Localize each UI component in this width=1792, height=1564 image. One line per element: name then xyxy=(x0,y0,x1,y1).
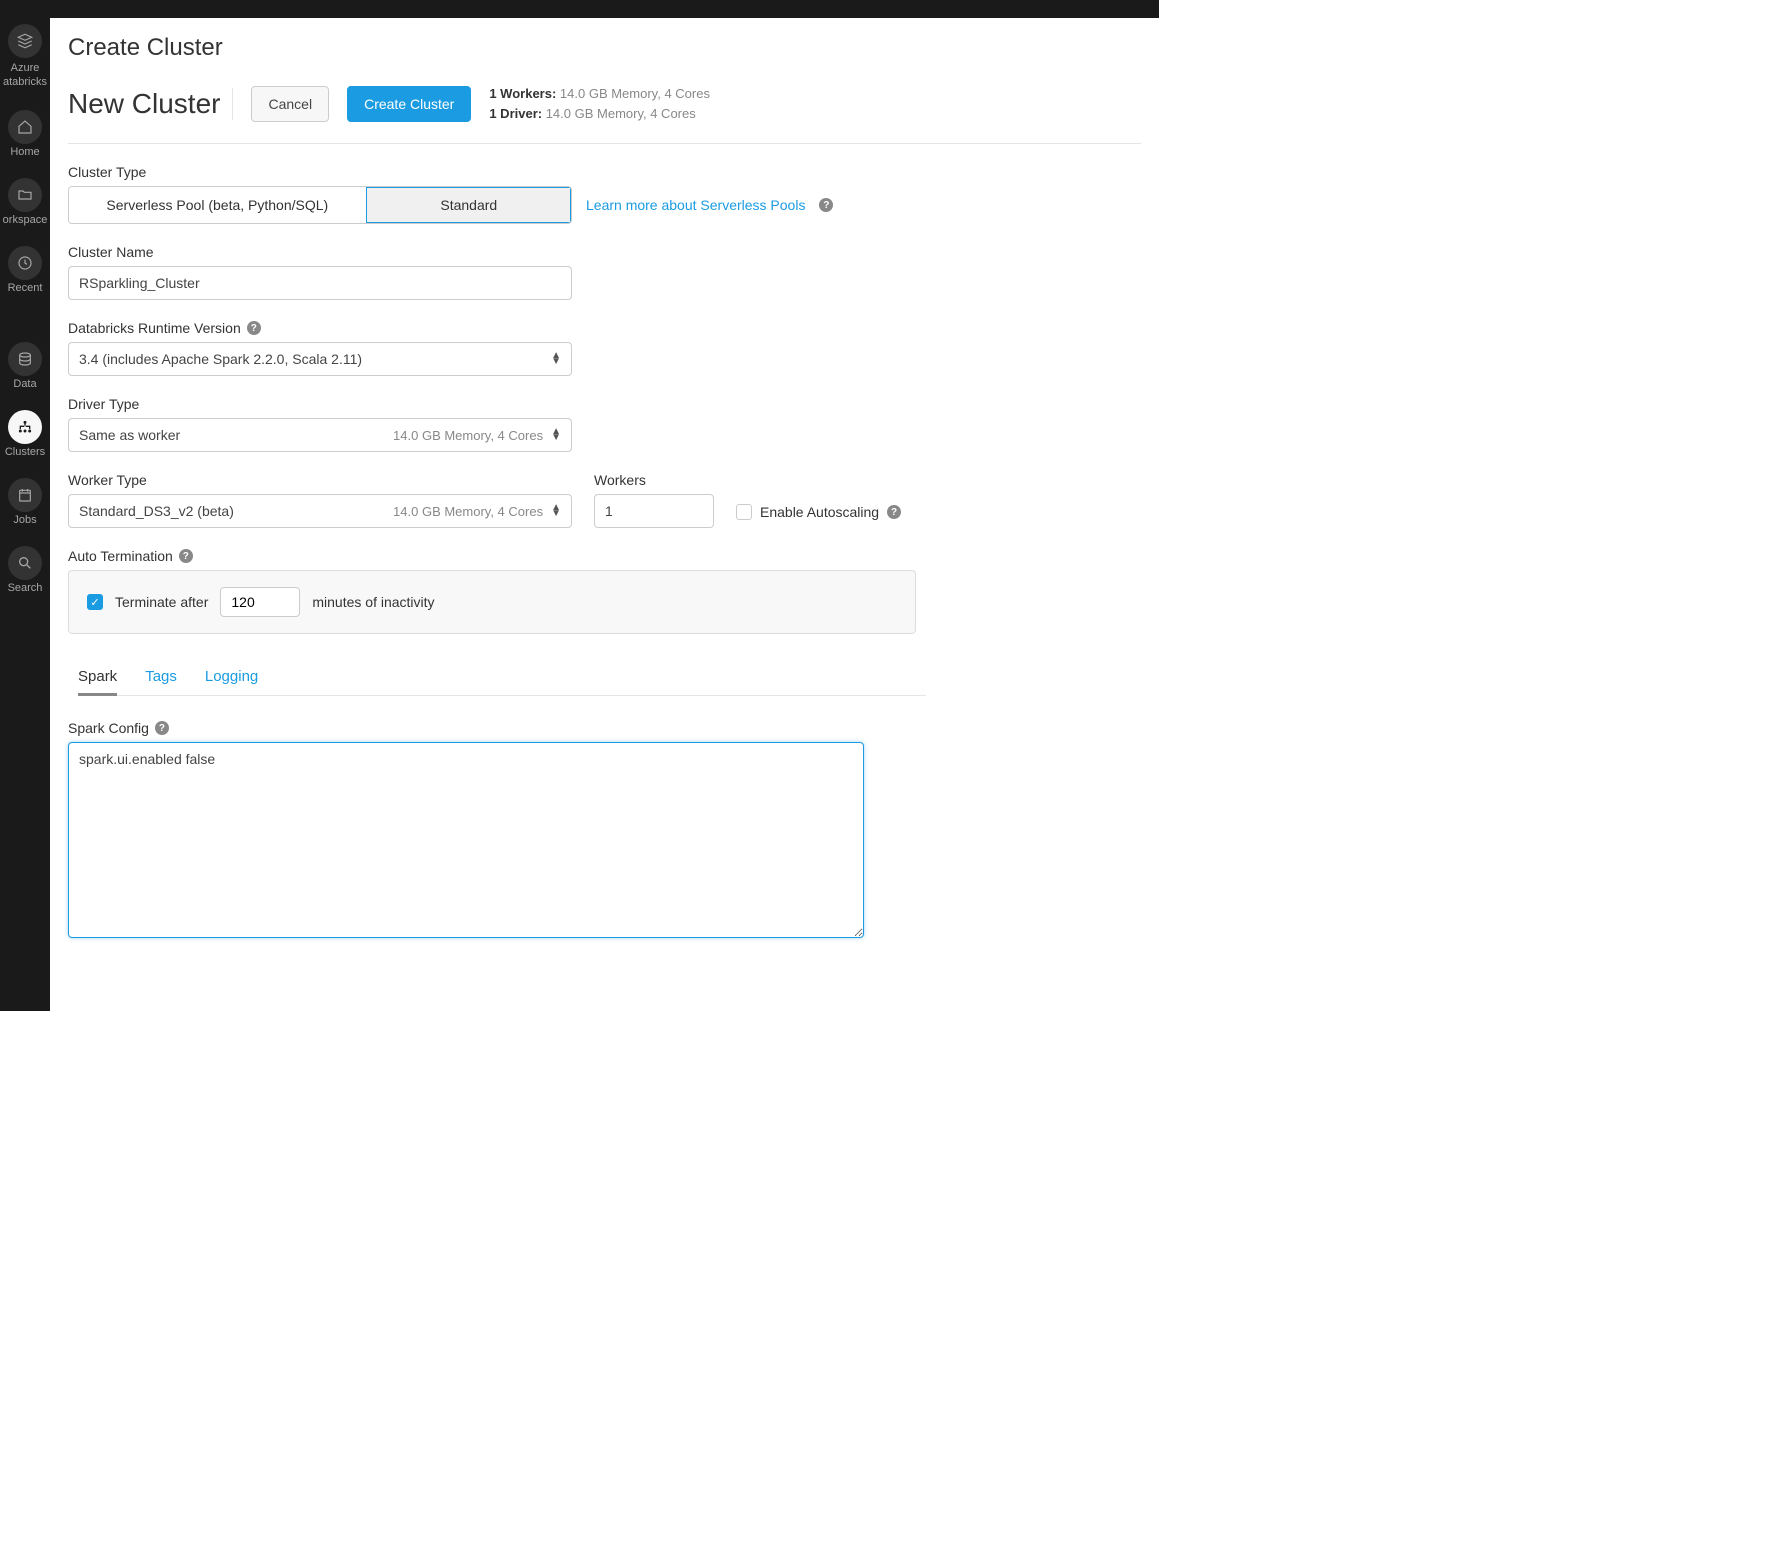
sidebar-item-label: Jobs xyxy=(8,514,42,526)
sidebar-item-label: Clusters xyxy=(5,446,45,458)
autoscale-label: Enable Autoscaling xyxy=(760,504,879,520)
auto-termination-section: Auto Termination ? ✓ Terminate after min… xyxy=(68,548,1141,634)
summary-driver-label: 1 Driver: xyxy=(489,106,542,121)
driver-type-section: Driver Type Same as worker 14.0 GB Memor… xyxy=(68,396,1141,452)
clock-icon xyxy=(8,246,42,280)
cluster-summary: 1 Workers: 14.0 GB Memory, 4 Cores 1 Dri… xyxy=(489,84,710,123)
summary-driver-spec: 14.0 GB Memory, 4 Cores xyxy=(542,106,696,121)
runtime-value: 3.4 (includes Apache Spark 2.2.0, Scala … xyxy=(79,351,362,367)
driver-type-select[interactable]: Same as worker 14.0 GB Memory, 4 Cores ▲… xyxy=(68,418,572,452)
brand-line2: atabricks xyxy=(3,76,47,90)
create-cluster-button[interactable]: Create Cluster xyxy=(347,86,471,122)
spark-config-textarea[interactable] xyxy=(68,742,864,938)
help-icon[interactable]: ? xyxy=(155,721,169,735)
cluster-type-serverless-button[interactable]: Serverless Pool (beta, Python/SQL) xyxy=(69,187,366,223)
folder-icon xyxy=(8,178,42,212)
sidebar-item-recent[interactable]: Recent xyxy=(8,246,43,294)
sidebar-item-label: Home xyxy=(8,146,42,158)
sidebar-item-search[interactable]: Search xyxy=(8,546,43,594)
cluster-name-section: Cluster Name xyxy=(68,244,1141,300)
brand[interactable]: Azure atabricks xyxy=(3,24,47,90)
runtime-label-text: Databricks Runtime Version xyxy=(68,320,241,336)
main-content: Create Cluster New Cluster Cancel Create… xyxy=(50,18,1159,1011)
learn-more-link[interactable]: Learn more about Serverless Pools xyxy=(586,197,805,213)
chevron-updown-icon: ▲▼ xyxy=(551,353,561,365)
workers-input[interactable] xyxy=(594,494,714,528)
worker-type-value: Standard_DS3_v2 (beta) xyxy=(79,503,234,519)
tab-spark[interactable]: Spark xyxy=(78,662,117,695)
sidebar-item-data[interactable]: Data xyxy=(8,342,42,390)
runtime-section: Databricks Runtime Version ? 3.4 (includ… xyxy=(68,320,1141,376)
runtime-select[interactable]: 3.4 (includes Apache Spark 2.2.0, Scala … xyxy=(68,342,572,376)
spark-config-label-text: Spark Config xyxy=(68,720,149,736)
chevron-updown-icon: ▲▼ xyxy=(551,505,561,517)
cluster-name-label: Cluster Name xyxy=(68,244,1141,260)
autoscale-checkbox[interactable] xyxy=(736,504,752,520)
sidebar-item-jobs[interactable]: Jobs xyxy=(8,478,42,526)
worker-type-select[interactable]: Standard_DS3_v2 (beta) 14.0 GB Memory, 4… xyxy=(68,494,572,528)
terminate-checkbox[interactable]: ✓ xyxy=(87,594,103,610)
cluster-type-section: Cluster Type Serverless Pool (beta, Pyth… xyxy=(68,164,1141,224)
spark-config-label: Spark Config ? xyxy=(68,720,864,736)
cluster-type-segmented: Serverless Pool (beta, Python/SQL) Stand… xyxy=(68,186,572,224)
page-subtitle: New Cluster xyxy=(68,88,233,120)
terminate-minutes-input[interactable] xyxy=(220,587,300,617)
cluster-type-label: Cluster Type xyxy=(68,164,1141,180)
auto-termination-label-text: Auto Termination xyxy=(68,548,173,564)
header-row: New Cluster Cancel Create Cluster 1 Work… xyxy=(68,84,1141,144)
workers-section: Workers xyxy=(594,472,714,528)
chevron-updown-icon: ▲▼ xyxy=(551,429,561,441)
sidebar-item-label: orkspace xyxy=(3,214,48,226)
sidebar-item-label: Data xyxy=(8,378,42,390)
tab-logging[interactable]: Logging xyxy=(205,662,258,695)
tab-tags[interactable]: Tags xyxy=(145,662,177,695)
summary-workers-spec: 14.0 GB Memory, 4 Cores xyxy=(556,86,710,101)
spark-config-section: Spark Config ? xyxy=(68,720,864,941)
autoscale-row: Enable Autoscaling ? xyxy=(736,504,901,528)
config-tabs: Spark Tags Logging xyxy=(78,662,926,696)
workers-label: Workers xyxy=(594,472,714,488)
sidebar: Azure atabricks Home orkspace Recent xyxy=(0,18,50,1011)
auto-termination-label: Auto Termination ? xyxy=(68,548,1141,564)
home-icon xyxy=(8,110,42,144)
help-icon[interactable]: ? xyxy=(819,198,833,212)
summary-workers-label: 1 Workers: xyxy=(489,86,556,101)
brand-line1: Azure xyxy=(3,62,47,76)
help-icon[interactable]: ? xyxy=(887,505,901,519)
auto-termination-box: ✓ Terminate after minutes of inactivity xyxy=(68,570,916,634)
driver-type-value: Same as worker xyxy=(79,427,180,443)
runtime-label: Databricks Runtime Version ? xyxy=(68,320,1141,336)
page-title: Create Cluster xyxy=(68,32,1141,62)
terminate-post-text: minutes of inactivity xyxy=(312,594,434,610)
help-icon[interactable]: ? xyxy=(179,549,193,563)
driver-type-spec: 14.0 GB Memory, 4 Cores xyxy=(393,428,543,443)
database-icon xyxy=(8,342,42,376)
terminate-pre-text: Terminate after xyxy=(115,594,208,610)
cluster-icon xyxy=(8,410,42,444)
help-icon[interactable]: ? xyxy=(247,321,261,335)
cluster-type-standard-button[interactable]: Standard xyxy=(366,187,571,223)
driver-type-label: Driver Type xyxy=(68,396,1141,412)
sidebar-item-workspace[interactable]: orkspace xyxy=(3,178,48,226)
worker-type-section: Worker Type Standard_DS3_v2 (beta) 14.0 … xyxy=(68,472,572,528)
worker-row: Worker Type Standard_DS3_v2 (beta) 14.0 … xyxy=(68,472,1141,528)
sidebar-item-label: Recent xyxy=(8,282,43,294)
databricks-icon xyxy=(8,24,42,58)
cluster-name-input[interactable] xyxy=(68,266,572,300)
worker-type-label: Worker Type xyxy=(68,472,572,488)
worker-type-spec: 14.0 GB Memory, 4 Cores xyxy=(393,504,543,519)
cancel-button[interactable]: Cancel xyxy=(251,86,329,122)
sidebar-item-clusters[interactable]: Clusters xyxy=(5,410,45,458)
sidebar-item-label: Search xyxy=(8,582,43,594)
calendar-icon xyxy=(8,478,42,512)
sidebar-item-home[interactable]: Home xyxy=(8,110,42,158)
search-icon xyxy=(8,546,42,580)
